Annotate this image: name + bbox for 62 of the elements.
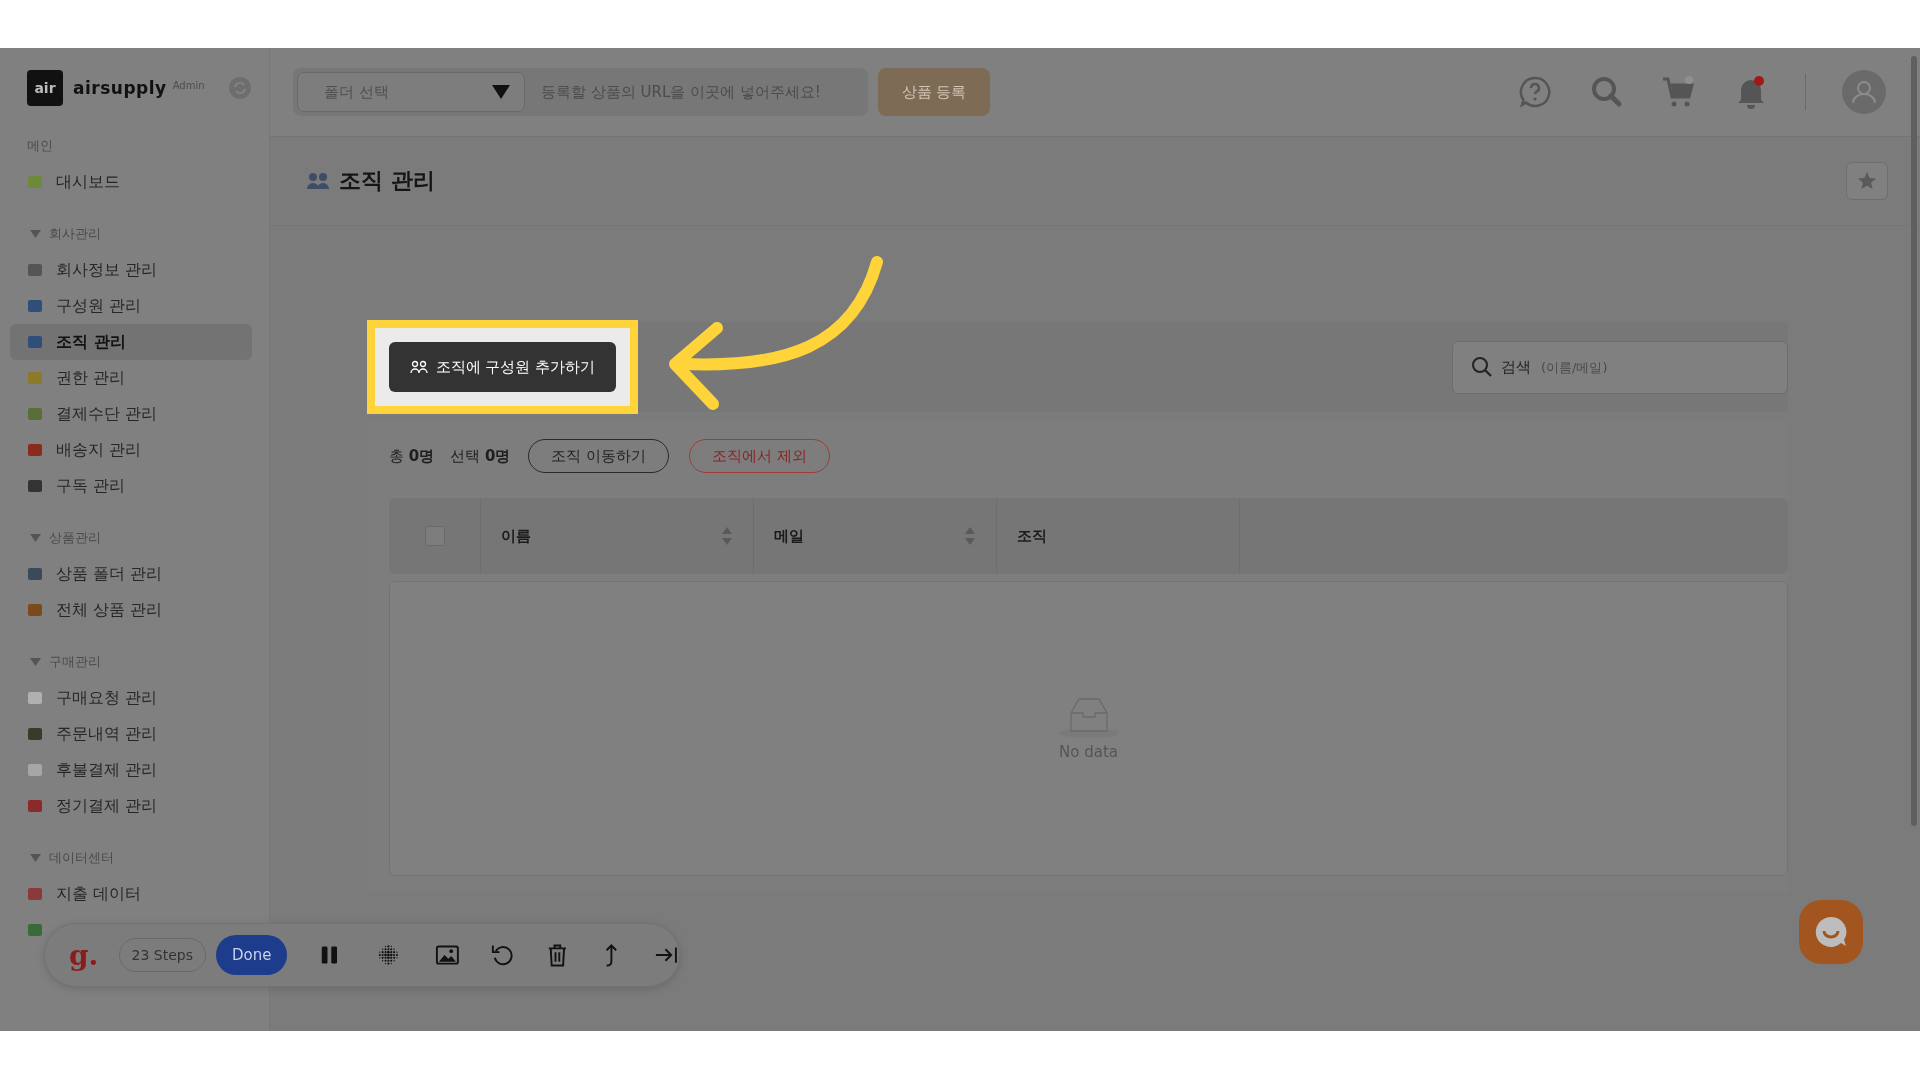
column-header[interactable]: 이름: [501, 526, 531, 546]
sidebar-item[interactable]: 결제수단 관리: [10, 396, 252, 432]
menu-icon: [28, 692, 42, 704]
favorite-button[interactable]: [1846, 162, 1888, 200]
image-icon[interactable]: [435, 942, 460, 968]
menu-icon: [28, 176, 42, 188]
logo-mark[interactable]: air: [27, 70, 63, 106]
total-count: 총 0명: [389, 446, 435, 466]
menu-icon: [28, 480, 42, 492]
selected-count: 선택 0명: [450, 446, 511, 466]
sidebar-item[interactable]: 전체 상품 관리: [10, 592, 252, 628]
menu-icon: [28, 728, 42, 740]
column-header[interactable]: 메일: [774, 526, 804, 546]
sidebar-item[interactable]: 후불결제 관리: [10, 752, 252, 788]
sidebar-item[interactable]: 배송지 관리: [10, 432, 252, 468]
menu-icon: [28, 444, 42, 456]
sort-icon[interactable]: [964, 526, 976, 546]
caret-icon[interactable]: [30, 854, 41, 862]
add-member-button[interactable]: 조직에 구성원 추가하기: [389, 342, 616, 392]
brand-name: airsupply: [73, 78, 167, 98]
people-icon: [307, 172, 329, 190]
column-header[interactable]: 조직: [1017, 526, 1047, 546]
recorder-logo: g.: [69, 938, 100, 972]
menu-icon: [28, 568, 42, 580]
sort-icon[interactable]: [721, 526, 733, 546]
star-icon: [1857, 171, 1877, 191]
scrollbar[interactable]: [1911, 56, 1917, 826]
menu-icon: [28, 764, 42, 776]
page-title: 조직 관리: [339, 167, 435, 195]
menu-icon: [28, 300, 42, 312]
menu-icon: [28, 924, 42, 936]
avatar[interactable]: [1842, 70, 1886, 114]
chat-button[interactable]: [1799, 900, 1863, 964]
dropdown-icon: [492, 85, 510, 99]
sidebar-item[interactable]: 상품 폴더 관리: [10, 556, 252, 592]
done-button[interactable]: Done: [216, 935, 288, 975]
search-icon: [1471, 356, 1493, 378]
menu-icon: [28, 888, 42, 900]
sidebar-item[interactable]: 조직 관리: [10, 324, 252, 360]
sidebar-item[interactable]: 구독 관리: [10, 468, 252, 504]
people-icon: [409, 359, 428, 375]
caret-icon[interactable]: [30, 658, 41, 666]
sidebar-item[interactable]: 권한 관리: [10, 360, 252, 396]
menu-icon: [28, 264, 42, 276]
menu-icon: [28, 372, 42, 384]
menu-icon: [28, 336, 42, 348]
sidebar-item[interactable]: 회사정보 관리: [10, 252, 252, 288]
sidebar-item[interactable]: 주문내역 관리: [10, 716, 252, 752]
undo-icon[interactable]: [489, 942, 515, 968]
search-label: 검색: [1501, 357, 1531, 377]
sidebar-item[interactable]: 대시보드: [10, 164, 252, 200]
menu-icon: [28, 408, 42, 420]
menu-icon: [28, 800, 42, 812]
sidebar-item[interactable]: 정기결제 관리: [10, 788, 252, 824]
caret-icon[interactable]: [30, 230, 41, 238]
caret-icon[interactable]: [30, 534, 41, 542]
help-icon[interactable]: [1517, 74, 1553, 110]
sidebar-item[interactable]: 구성원 관리: [10, 288, 252, 324]
sidebar-item[interactable]: 구매요청 관리: [10, 680, 252, 716]
sidebar-item[interactable]: 지출 데이터: [10, 876, 252, 912]
chat-icon: [1813, 914, 1849, 950]
menu-icon: [28, 604, 42, 616]
